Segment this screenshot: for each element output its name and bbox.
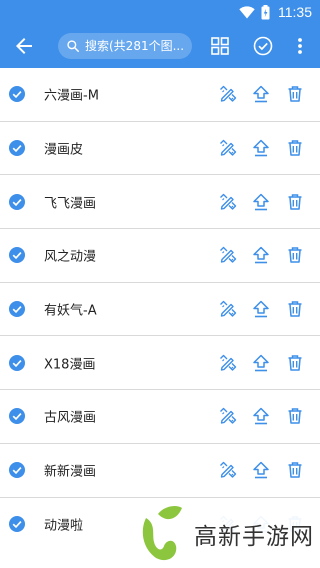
app-bar: [0, 24, 320, 68]
upload-icon[interactable]: [252, 85, 270, 103]
item-name: 新新漫画: [44, 464, 97, 480]
item-name: X18漫画: [44, 357, 96, 373]
checkbox[interactable]: [9, 301, 25, 318]
source-list: 六漫画-M 漫画皮 飞飞漫画 风之动漫 有妖气-A X18漫画 古风漫画 新新漫…: [0, 68, 320, 551]
upload-icon[interactable]: [252, 246, 270, 264]
checkbox[interactable]: [9, 140, 25, 157]
delete-icon[interactable]: [286, 85, 304, 103]
checkbox[interactable]: [9, 462, 25, 479]
status-bar: 11:35: [0, 0, 320, 24]
upload-icon[interactable]: [252, 300, 270, 318]
checkbox[interactable]: [9, 247, 25, 264]
status-time: 11:35: [278, 4, 312, 20]
watermark-text: 高新手游网: [194, 524, 314, 550]
item-name: 古风漫画: [44, 410, 97, 426]
checkbox[interactable]: [9, 86, 25, 103]
grid-view-button[interactable]: [210, 36, 230, 56]
item-name: 漫画皮: [44, 142, 84, 158]
checkbox[interactable]: [9, 193, 25, 210]
watermark-logo-icon: [142, 506, 182, 561]
edit-icon[interactable]: [219, 139, 237, 157]
edit-icon[interactable]: [219, 300, 237, 318]
list-item[interactable]: 六漫画-M: [0, 68, 320, 122]
upload-icon[interactable]: [252, 139, 270, 157]
checkbox[interactable]: [9, 516, 25, 533]
back-button[interactable]: [12, 34, 36, 58]
more-vert-icon: [298, 38, 302, 54]
wifi-icon: [239, 5, 255, 19]
upload-icon[interactable]: [252, 193, 270, 211]
delete-icon[interactable]: [286, 354, 304, 372]
checkbox[interactable]: [9, 354, 25, 371]
select-all-button[interactable]: [252, 35, 274, 57]
watermark: 高新手游网: [132, 500, 320, 568]
edit-icon[interactable]: [219, 193, 237, 211]
upload-icon[interactable]: [252, 407, 270, 425]
list-item[interactable]: 古风漫画: [0, 390, 320, 444]
delete-icon[interactable]: [286, 193, 304, 211]
item-name: 动漫啦: [44, 518, 84, 534]
list-item[interactable]: 飞飞漫画: [0, 175, 320, 230]
search-box[interactable]: [58, 33, 192, 59]
grid-view-icon: [211, 37, 229, 55]
arrow-left-icon: [16, 38, 32, 54]
item-name: 风之动漫: [44, 249, 97, 265]
delete-icon[interactable]: [286, 461, 304, 479]
search-input[interactable]: [85, 39, 192, 53]
delete-icon[interactable]: [286, 246, 304, 264]
delete-icon[interactable]: [286, 407, 304, 425]
list-item[interactable]: 风之动漫: [0, 229, 320, 283]
list-item[interactable]: 有妖气-A: [0, 283, 320, 337]
edit-icon[interactable]: [219, 85, 237, 103]
delete-icon[interactable]: [286, 300, 304, 318]
edit-icon[interactable]: [219, 407, 237, 425]
more-options-button[interactable]: [292, 36, 308, 56]
list-item[interactable]: 新新漫画: [0, 444, 320, 498]
edit-icon[interactable]: [219, 246, 237, 264]
list-item[interactable]: 漫画皮: [0, 122, 320, 176]
battery-icon: [261, 4, 270, 20]
upload-icon[interactable]: [252, 461, 270, 479]
item-name: 有妖气-A: [44, 303, 97, 319]
item-name: 飞飞漫画: [44, 196, 97, 212]
list-item[interactable]: X18漫画: [0, 336, 320, 391]
checkbox[interactable]: [9, 408, 25, 425]
check-circle-icon: [253, 36, 273, 56]
search-icon: [67, 40, 80, 53]
item-name: 六漫画-M: [44, 88, 99, 104]
delete-icon[interactable]: [286, 139, 304, 157]
edit-icon[interactable]: [219, 461, 237, 479]
edit-icon[interactable]: [219, 354, 237, 372]
upload-icon[interactable]: [252, 354, 270, 372]
